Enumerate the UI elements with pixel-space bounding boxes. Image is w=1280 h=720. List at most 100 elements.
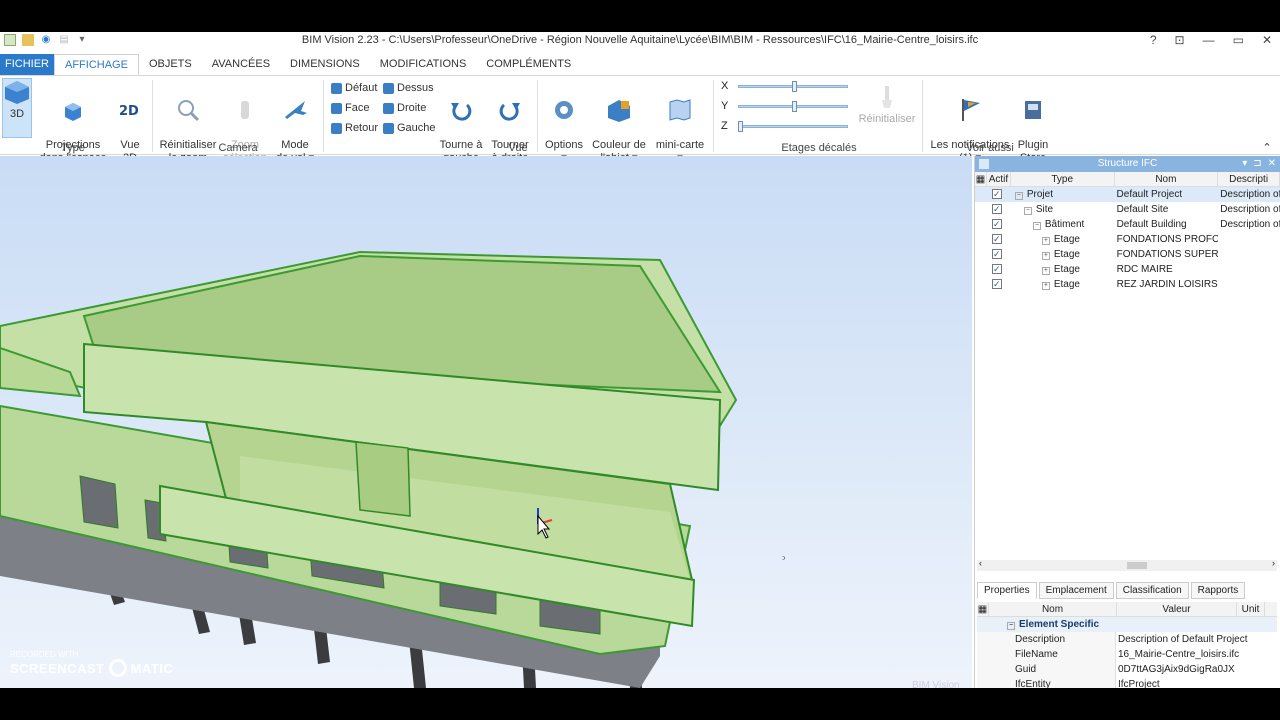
- object-color-button[interactable]: Couleur de l'objet ▾: [590, 84, 648, 165]
- close-button[interactable]: ✕: [1262, 33, 1272, 47]
- slider-thumb[interactable]: [792, 100, 798, 112]
- slider-thumb[interactable]: [737, 120, 743, 132]
- view-2d-button[interactable]: 2D Vue 2D: [114, 84, 146, 165]
- tab-rapports[interactable]: Rapports: [1190, 582, 1246, 599]
- view-right-button[interactable]: Droite: [383, 100, 426, 116]
- minimap-button[interactable]: mini-carte ▾: [652, 84, 708, 165]
- expander-icon[interactable]: −: [1023, 207, 1032, 215]
- active-checkbox[interactable]: [975, 277, 1011, 292]
- expander-icon[interactable]: +: [1041, 282, 1050, 290]
- row-name: REZ JARDIN LOISIRS: [1116, 279, 1218, 290]
- tab-dimensions[interactable]: DIMENSIONS: [280, 54, 370, 75]
- expander-icon[interactable]: −: [1032, 222, 1041, 230]
- view-back-button[interactable]: Retour: [331, 120, 378, 136]
- structure-row[interactable]: −Site Default Site Description of D: [975, 202, 1280, 217]
- active-checkbox[interactable]: [975, 217, 1011, 232]
- property-key: Guid: [977, 662, 1116, 677]
- col-description[interactable]: Descripti: [1218, 172, 1280, 186]
- view-left-button[interactable]: Gauche: [383, 120, 436, 136]
- property-row[interactable]: Guid 0D7ttAG3jAix9dGigRa0JX: [977, 662, 1277, 677]
- minimize-button[interactable]: —: [1203, 33, 1215, 47]
- expander-icon[interactable]: +: [1041, 267, 1050, 275]
- tab-objets[interactable]: OBJETS: [139, 54, 202, 75]
- structure-row[interactable]: +Etage RDC MAIRE: [975, 262, 1280, 277]
- structure-row[interactable]: +Etage FONDATIONS SUPERF...: [975, 247, 1280, 262]
- property-row[interactable]: Description Description of Default Projec…: [977, 632, 1277, 647]
- row-description: Description of D: [1220, 219, 1280, 230]
- col-prop-unit[interactable]: Unit: [1237, 602, 1265, 616]
- z-offset-slider[interactable]: Z: [721, 120, 848, 132]
- checkbox-icon[interactable]: [992, 187, 1002, 202]
- scroll-thumb[interactable]: [1127, 562, 1147, 569]
- tab-properties[interactable]: Properties: [977, 582, 1037, 599]
- y-offset-slider[interactable]: Y: [721, 100, 849, 112]
- tab-modifications[interactable]: MODIFICATIONS: [370, 54, 477, 75]
- slider-thumb[interactable]: [792, 80, 798, 92]
- window-controls: ? ⊡ — ▭ ✕: [1150, 33, 1272, 47]
- property-row[interactable]: FileName 16_Mairie-Centre_loisirs.ifc: [977, 647, 1277, 662]
- tab-classification[interactable]: Classification: [1115, 582, 1189, 599]
- help-button[interactable]: ?: [1150, 33, 1157, 47]
- layout-icon[interactable]: ⊡: [1175, 33, 1185, 47]
- checkbox-icon[interactable]: [992, 217, 1002, 232]
- maximize-button[interactable]: ▭: [1233, 33, 1244, 47]
- checkbox-icon[interactable]: [992, 202, 1002, 217]
- reset-offset-button[interactable]: Réinitialiser: [858, 84, 916, 126]
- checkbox-icon[interactable]: [992, 277, 1002, 292]
- building-model[interactable]: ᵓ ℨ: [0, 156, 972, 688]
- ribbon-tabs: FICHIER AFFICHAGE OBJETS AVANCÉES DIMENS…: [0, 54, 1280, 75]
- category-element-specific[interactable]: − Element Specific: [977, 617, 1277, 632]
- flight-mode-button[interactable]: Mode de vol ▾: [274, 84, 316, 165]
- horizontal-scrollbar[interactable]: ‹ ›: [977, 558, 1277, 571]
- tab-fichier[interactable]: FICHIER: [0, 54, 54, 75]
- row-description: Description of D: [1220, 189, 1280, 200]
- row-type: − Projet: [1014, 189, 1053, 200]
- panel-pin-icon[interactable]: ⊐: [1253, 156, 1261, 172]
- active-checkbox[interactable]: [975, 247, 1011, 262]
- checkbox-icon[interactable]: [992, 232, 1002, 247]
- x-offset-slider[interactable]: X: [721, 80, 849, 92]
- panel-close-icon[interactable]: ✕: [1268, 156, 1276, 172]
- checkbox-icon[interactable]: [992, 262, 1002, 277]
- active-checkbox[interactable]: [975, 232, 1011, 247]
- active-checkbox[interactable]: [975, 202, 1011, 217]
- tab-emplacement[interactable]: Emplacement: [1038, 582, 1114, 599]
- tab-avancees[interactable]: AVANCÉES: [202, 54, 280, 75]
- property-row[interactable]: IfcEntity IfcProject: [977, 677, 1277, 688]
- view-face-button[interactable]: Face: [331, 100, 369, 116]
- structure-rows: −ProjetDefault ProjectDescription of D−S…: [975, 187, 1280, 292]
- options-button[interactable]: Options ▾: [542, 84, 586, 165]
- structure-row[interactable]: +Etage REZ JARDIN LOISIRS: [975, 277, 1280, 292]
- view-default-button[interactable]: Défaut: [331, 80, 377, 96]
- expander-icon[interactable]: −: [1014, 192, 1023, 200]
- tab-complements[interactable]: COMPLÉMENTS: [476, 54, 581, 75]
- scroll-left-icon[interactable]: ‹: [979, 558, 982, 568]
- active-checkbox[interactable]: [975, 262, 1011, 277]
- tab-affichage[interactable]: AFFICHAGE: [54, 54, 139, 75]
- structure-row[interactable]: −Projet Default Project Description of D: [975, 187, 1280, 202]
- structure-row[interactable]: +Etage FONDATIONS PROFO...: [975, 232, 1280, 247]
- expander-icon[interactable]: +: [1041, 237, 1050, 245]
- col-actif[interactable]: Actif: [987, 172, 1011, 186]
- expander-icon[interactable]: +: [1041, 252, 1050, 260]
- structure-row[interactable]: −Bâtiment Default Building Description of …: [975, 217, 1280, 232]
- panel-dropdown-icon[interactable]: ▾: [1242, 156, 1247, 172]
- cube-icon: [331, 102, 342, 114]
- letterbox-top: [0, 0, 1280, 32]
- col-type[interactable]: Type: [1011, 172, 1115, 186]
- view-3d-button[interactable]: 3D: [2, 78, 32, 138]
- collapse-icon[interactable]: −: [1007, 622, 1015, 630]
- collapse-ribbon-button[interactable]: ⌃: [1262, 142, 1272, 155]
- scroll-right-icon[interactable]: ›: [1272, 558, 1275, 568]
- turn-left-button[interactable]: Tourne à gauche: [438, 84, 484, 165]
- reset-zoom-button[interactable]: Réinitialiser le zoom: [158, 84, 218, 165]
- col-prop-valeur[interactable]: Valeur: [1117, 602, 1237, 616]
- active-checkbox[interactable]: [975, 187, 1011, 202]
- grid-menu-icon[interactable]: ▦: [977, 602, 989, 616]
- grid-menu-icon[interactable]: ▦: [975, 172, 987, 186]
- col-prop-nom[interactable]: Nom: [989, 602, 1117, 616]
- 3d-viewport[interactable]: ᵓ ℨ RECORDED WITH SCREENCAST MATIC BIM V…: [0, 156, 972, 688]
- col-nom[interactable]: Nom: [1115, 172, 1219, 186]
- view-top-button[interactable]: Dessus: [383, 80, 434, 96]
- checkbox-icon[interactable]: [992, 247, 1002, 262]
